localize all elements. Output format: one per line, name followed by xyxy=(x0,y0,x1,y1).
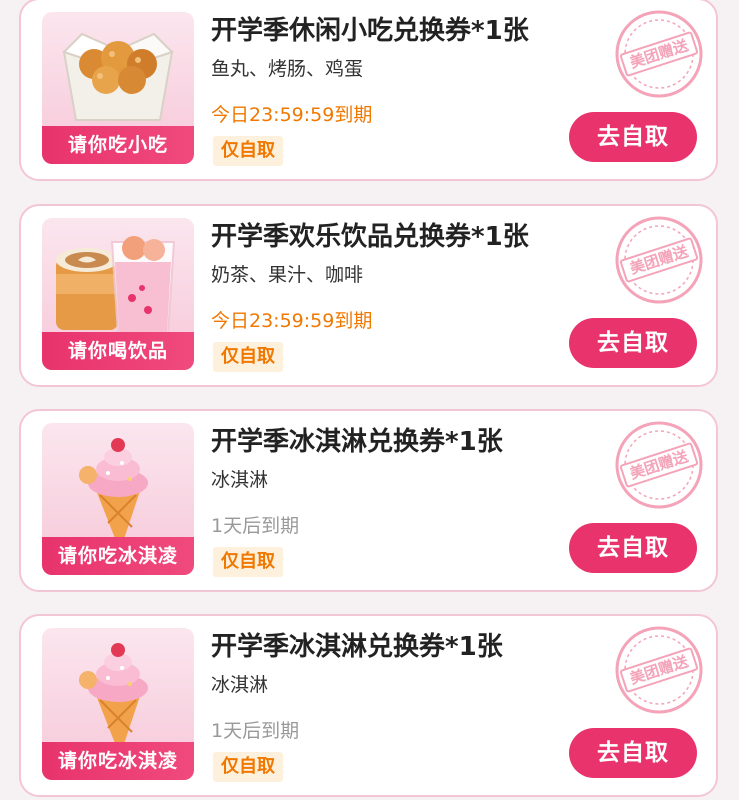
coupon-subtitle: 奶茶、果汁、咖啡 xyxy=(211,264,364,286)
self-pickup-button[interactable]: 去自取 xyxy=(569,523,697,573)
coupon-expiry: 1天后到期 xyxy=(211,720,300,742)
coupon-title: 开学季冰淇淋兑换券*1张 xyxy=(211,427,503,457)
self-pickup-button[interactable]: 去自取 xyxy=(569,728,697,778)
thumbnail-label: 请你喝饮品 xyxy=(42,332,194,370)
coupon-thumbnail: 请你吃冰淇凌 xyxy=(42,628,194,780)
coupon-thumbnail: 请你吃冰淇凌 xyxy=(42,423,194,575)
pickup-only-badge: 仅自取 xyxy=(213,752,283,782)
meituan-gift-stamp: 美团赠送 xyxy=(613,214,705,306)
pickup-only-badge: 仅自取 xyxy=(213,342,283,372)
coupon-list: 请你吃小吃 开学季休闲小吃兑换券*1张 鱼丸、烤肠、鸡蛋 今日23:59:59到… xyxy=(0,0,739,800)
coupon-subtitle: 冰淇淋 xyxy=(211,674,269,696)
thumbnail-label: 请你吃冰淇凌 xyxy=(42,742,194,780)
self-pickup-button[interactable]: 去自取 xyxy=(569,112,697,162)
coupon-card: 请你喝饮品 开学季欢乐饮品兑换券*1张 奶茶、果汁、咖啡 今日23:59:59到… xyxy=(19,204,718,387)
coupon-thumbnail: 请你吃小吃 xyxy=(42,12,194,164)
coupon-expiry: 今日23:59:59到期 xyxy=(211,104,373,126)
meituan-gift-stamp: 美团赠送 xyxy=(613,419,705,511)
coupon-card: 请你吃冰淇凌 开学季冰淇淋兑换券*1张 冰淇淋 1天后到期 仅自取 美团赠送 去… xyxy=(19,409,718,592)
thumbnail-label: 请你吃冰淇凌 xyxy=(42,537,194,575)
coupon-expiry: 1天后到期 xyxy=(211,515,300,537)
pickup-only-badge: 仅自取 xyxy=(213,136,283,166)
coupon-subtitle: 冰淇淋 xyxy=(211,469,269,491)
coupon-title: 开学季欢乐饮品兑换券*1张 xyxy=(211,222,529,252)
coupon-card: 请你吃冰淇凌 开学季冰淇淋兑换券*1张 冰淇淋 1天后到期 仅自取 美团赠送 去… xyxy=(19,614,718,797)
coupon-thumbnail: 请你喝饮品 xyxy=(42,218,194,370)
coupon-subtitle: 鱼丸、烤肠、鸡蛋 xyxy=(211,58,364,80)
coupon-title: 开学季休闲小吃兑换券*1张 xyxy=(211,16,529,46)
coupon-card: 请你吃小吃 开学季休闲小吃兑换券*1张 鱼丸、烤肠、鸡蛋 今日23:59:59到… xyxy=(19,0,718,181)
coupon-expiry: 今日23:59:59到期 xyxy=(211,310,373,332)
thumbnail-label: 请你吃小吃 xyxy=(42,126,194,164)
pickup-only-badge: 仅自取 xyxy=(213,547,283,577)
meituan-gift-stamp: 美团赠送 xyxy=(613,624,705,716)
meituan-gift-stamp: 美团赠送 xyxy=(613,8,705,100)
coupon-title: 开学季冰淇淋兑换券*1张 xyxy=(211,632,503,662)
self-pickup-button[interactable]: 去自取 xyxy=(569,318,697,368)
